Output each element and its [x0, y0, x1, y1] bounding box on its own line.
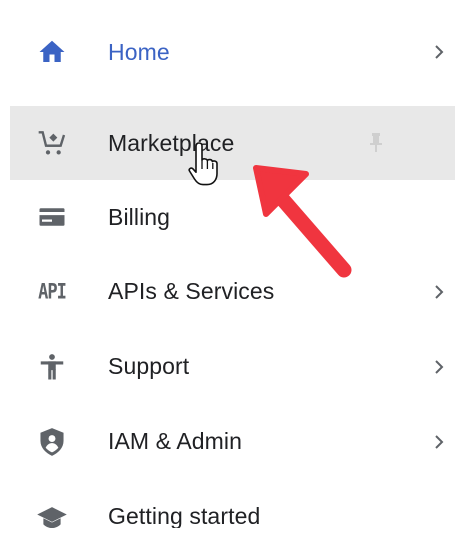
- support-person-icon: [35, 350, 69, 384]
- navigation-menu-screenshot: Home Marketplace Billing API APIs & Serv…: [0, 0, 455, 533]
- chevron-right-icon[interactable]: [429, 357, 449, 377]
- api-icon: API: [35, 275, 69, 309]
- nav-item-iam-admin[interactable]: IAM & Admin: [10, 404, 455, 479]
- billing-card-icon: [35, 200, 69, 234]
- nav-item-label: IAM & Admin: [108, 428, 243, 454]
- cart-icon: [35, 126, 69, 160]
- api-icon-text: API: [38, 279, 67, 304]
- menu-spacer: [10, 94, 455, 106]
- nav-item-billing[interactable]: Billing: [10, 180, 455, 254]
- nav-item-marketplace[interactable]: Marketplace: [10, 106, 455, 180]
- nav-item-getting-started[interactable]: Getting started: [10, 479, 455, 533]
- home-icon: [35, 35, 69, 69]
- chevron-right-icon[interactable]: [429, 432, 449, 452]
- nav-item-home[interactable]: Home: [10, 10, 455, 94]
- shield-user-icon: [35, 425, 69, 459]
- pin-icon[interactable]: [366, 131, 386, 155]
- side-navigation: Home Marketplace Billing API APIs & Serv…: [10, 10, 455, 533]
- chevron-right-icon[interactable]: [429, 42, 449, 62]
- annotation-arrow-icon: [253, 165, 352, 278]
- nav-item-label: Getting started: [108, 503, 261, 529]
- nav-item-label: Billing: [108, 203, 171, 230]
- nav-item-support[interactable]: Support: [10, 329, 455, 404]
- hand-pointer-cursor-icon: [188, 142, 218, 186]
- chevron-right-icon[interactable]: [429, 282, 449, 302]
- bottom-crop-edge: [0, 528, 455, 533]
- nav-item-apis-services[interactable]: API APIs & Services: [10, 254, 455, 329]
- nav-item-label: Home: [108, 38, 170, 65]
- nav-item-label: Support: [108, 353, 190, 379]
